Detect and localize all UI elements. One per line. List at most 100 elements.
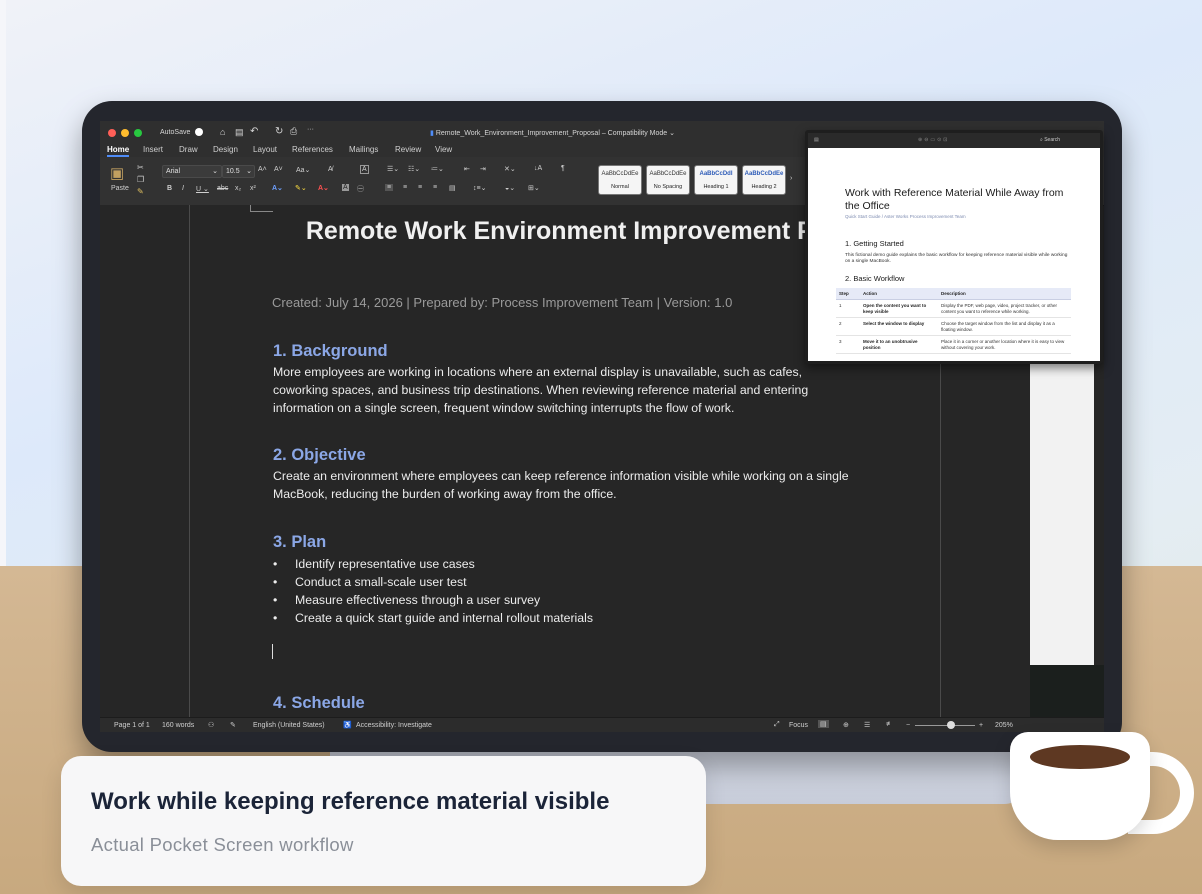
tab-design[interactable]: Design xyxy=(213,145,238,154)
draft-icon[interactable]: ≢ xyxy=(886,721,893,728)
outline-icon[interactable]: ☰ xyxy=(864,721,870,729)
autosave-toggle[interactable] xyxy=(195,128,203,136)
tab-view[interactable]: View xyxy=(435,145,452,154)
tab-mailings[interactable]: Mailings xyxy=(349,145,378,154)
format-painter-icon[interactable]: ✎ xyxy=(137,187,144,196)
word-count[interactable]: 160 words xyxy=(162,722,194,729)
tab-home[interactable]: Home xyxy=(107,145,130,157)
redo-icon[interactable]: ↻ xyxy=(275,126,283,137)
italic-icon[interactable]: I xyxy=(182,185,184,192)
text-effects-icon[interactable]: A⌄ xyxy=(272,184,283,192)
show-marks-icon[interactable]: ¶ xyxy=(561,165,565,172)
home-icon[interactable]: ⌂ xyxy=(220,127,225,137)
font-size-select[interactable]: 10.5 ⌄ xyxy=(222,165,255,178)
character-shading-icon[interactable]: A xyxy=(342,184,349,191)
table-row: 3 Move it to an unobtrusive position Pla… xyxy=(836,335,1071,354)
copy-icon[interactable]: ❐ xyxy=(137,175,144,184)
highlight-icon[interactable]: ✎⌄ xyxy=(295,184,307,192)
tab-draw[interactable]: Draw xyxy=(179,145,198,154)
zoom-out-icon[interactable]: − xyxy=(906,722,910,729)
pocket-screen-window[interactable]: ▤ ⊕⊖▭⊙⊡ ⌕ Search Work with Reference Mat… xyxy=(805,130,1103,364)
numbering-icon[interactable]: ☷⌄ xyxy=(408,165,420,173)
plan-list: Identify representative use cases Conduc… xyxy=(273,555,593,627)
distributed-icon[interactable]: ▤ xyxy=(449,184,456,192)
page-count[interactable]: Page 1 of 1 xyxy=(114,722,150,729)
accessibility-icon[interactable]: ♿ xyxy=(343,721,352,729)
strikethrough-icon[interactable]: abc xyxy=(217,185,228,192)
focus-icon[interactable]: ⤢ xyxy=(774,721,780,729)
align-left-icon[interactable]: ≡ xyxy=(385,184,394,191)
sort-icon[interactable]: ↓A xyxy=(534,165,542,172)
track-changes-icon[interactable]: ✎ xyxy=(230,721,236,729)
chevron-down-icon: ⌄ xyxy=(246,168,252,175)
style-name: Heading 2 xyxy=(751,184,777,190)
document-filename: Remote_Work_Environment_Improvement_Prop… xyxy=(435,130,600,137)
wall-edge xyxy=(0,0,6,570)
style-normal[interactable]: AaBbCcDdEe Normal xyxy=(598,165,642,195)
viewer-tools-icon[interactable]: ⊕⊖▭⊙⊡ xyxy=(918,137,949,143)
sidebar-icon[interactable]: ▤ xyxy=(814,137,819,143)
guide-paragraph: This fictional demo guide explains the b… xyxy=(845,253,1068,264)
table-cell: 3 xyxy=(836,335,860,354)
clear-formatting-icon[interactable]: A̸ xyxy=(328,166,333,173)
minimize-window-button[interactable] xyxy=(121,129,129,137)
underline-icon[interactable]: U ⌄ xyxy=(196,185,209,193)
increase-indent-icon[interactable]: ⇥ xyxy=(480,165,486,173)
paste-label[interactable]: Paste xyxy=(111,185,129,192)
zoom-level[interactable]: 205% xyxy=(995,722,1013,729)
bullets-icon[interactable]: ☰⌄ xyxy=(387,165,399,173)
guide-heading-workflow: 2. Basic Workflow xyxy=(845,274,905,283)
style-heading-1[interactable]: AaBbCcDdI Heading 1 xyxy=(694,165,738,195)
change-case-icon[interactable]: Aa⌄ xyxy=(296,166,310,174)
shrink-font-icon[interactable]: A˅ xyxy=(274,166,283,173)
subscript-icon[interactable]: x₂ xyxy=(235,185,241,192)
decrease-indent-icon[interactable]: ⇤ xyxy=(464,165,470,173)
cut-icon[interactable]: ✂ xyxy=(137,163,144,172)
word-doc-icon: ▮ xyxy=(430,130,434,137)
justify-icon[interactable]: ≡ xyxy=(433,184,437,191)
font-name-select[interactable]: Arial ⌄ xyxy=(162,165,222,178)
zoom-slider-thumb[interactable] xyxy=(947,721,955,729)
asian-layout-icon[interactable]: ✕⌄ xyxy=(504,165,516,173)
tab-layout[interactable]: Layout xyxy=(253,145,277,154)
language-status[interactable]: English (United States) xyxy=(253,722,325,729)
align-center-icon[interactable]: ≡ xyxy=(403,184,407,191)
grow-font-icon[interactable]: A˄ xyxy=(258,166,267,173)
close-window-button[interactable] xyxy=(108,129,116,137)
save-icon[interactable]: ▤ xyxy=(235,127,244,138)
table-cell: Display the PDF, web page, video, projec… xyxy=(938,299,1071,318)
more-icon[interactable]: ··· xyxy=(307,126,314,133)
tab-insert[interactable]: Insert xyxy=(143,145,163,154)
proofing-icon[interactable]: ⚇ xyxy=(208,721,214,729)
style-heading-2[interactable]: AaBbCcDdEe Heading 2 xyxy=(742,165,786,195)
pocket-window-toolbar: ▤ ⊕⊖▭⊙⊡ ⌕ Search xyxy=(808,133,1100,148)
enclose-character-icon[interactable]: ㊀ xyxy=(357,184,364,194)
undo-icon[interactable]: ↶ xyxy=(250,126,258,137)
styles-more-icon[interactable]: › xyxy=(790,175,792,182)
bold-icon[interactable]: B xyxy=(167,185,172,192)
search-label[interactable]: ⌕ Search xyxy=(1040,137,1060,143)
shading-icon[interactable]: ◒⌄ xyxy=(505,184,515,192)
print-icon[interactable]: ⎙ xyxy=(290,126,297,137)
zoom-slider[interactable] xyxy=(915,725,975,726)
web-layout-icon[interactable]: ⊕ xyxy=(843,721,849,729)
accessibility-status[interactable]: Accessibility: Investigate xyxy=(356,722,432,729)
table-cell: 1 xyxy=(836,299,860,318)
guide-subtitle: Quick Start Guide / Aster Works Process … xyxy=(845,214,966,219)
font-color-icon[interactable]: A⌄ xyxy=(318,184,329,192)
print-layout-icon[interactable]: ▤ xyxy=(818,720,829,728)
style-no-spacing[interactable]: AaBbCcDdEe No Spacing xyxy=(646,165,690,195)
align-right-icon[interactable]: ≡ xyxy=(418,184,422,191)
zoom-in-icon[interactable]: + xyxy=(979,722,983,729)
tab-review[interactable]: Review xyxy=(395,145,421,154)
text-box-icon[interactable]: A xyxy=(360,165,369,174)
focus-button[interactable]: Focus xyxy=(789,722,808,729)
tab-references[interactable]: References xyxy=(292,145,333,154)
section-heading-plan: 3. Plan xyxy=(273,533,327,551)
zoom-window-button[interactable] xyxy=(134,129,142,137)
superscript-icon[interactable]: x² xyxy=(250,185,256,192)
paste-icon[interactable]: ▣ xyxy=(110,164,124,182)
multilevel-list-icon[interactable]: ≔⌄ xyxy=(431,165,444,173)
line-spacing-icon[interactable]: ↕≡⌄ xyxy=(473,184,486,192)
borders-icon[interactable]: ⊞⌄ xyxy=(528,184,540,192)
